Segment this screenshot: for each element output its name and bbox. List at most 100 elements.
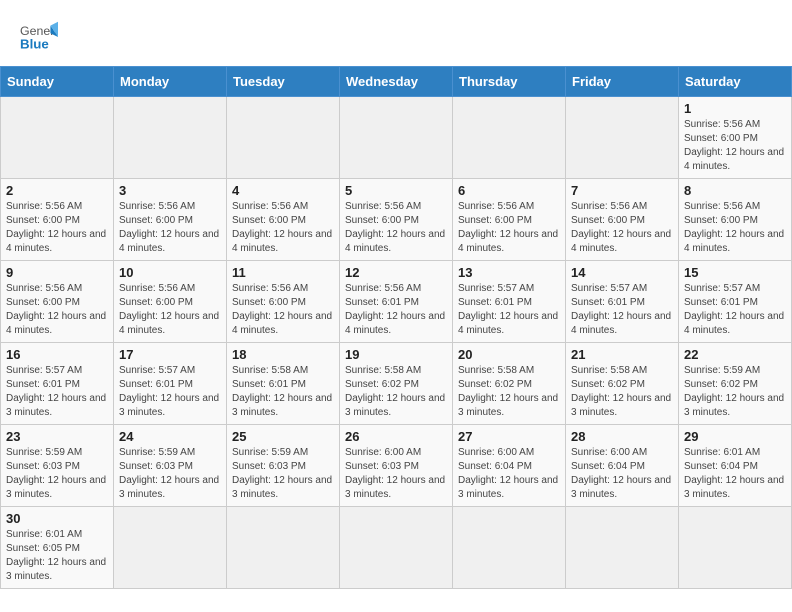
calendar-header: SundayMondayTuesdayWednesdayThursdayFrid… <box>1 67 792 97</box>
day-info: Sunrise: 5:56 AMSunset: 6:00 PMDaylight:… <box>684 200 786 256</box>
day-info: Sunrise: 5:56 AMSunset: 6:00 PMDaylight:… <box>458 200 560 256</box>
day-cell <box>340 97 453 179</box>
day-cell <box>114 97 227 179</box>
day-info: Sunrise: 5:57 AMSunset: 6:01 PMDaylight:… <box>6 364 108 420</box>
day-info: Sunrise: 5:56 AMSunset: 6:00 PMDaylight:… <box>345 200 447 256</box>
day-info: Sunrise: 6:00 AMSunset: 6:03 PMDaylight:… <box>345 446 447 502</box>
day-cell: 24 Sunrise: 5:59 AMSunset: 6:03 PMDayligh… <box>114 425 227 507</box>
day-number: 20 <box>458 347 560 362</box>
day-cell: 8 Sunrise: 5:56 AMSunset: 6:00 PMDaylight… <box>679 179 792 261</box>
day-number: 11 <box>232 265 334 280</box>
header-row: SundayMondayTuesdayWednesdayThursdayFrid… <box>1 67 792 97</box>
calendar-body: 1 Sunrise: 5:56 AMSunset: 6:00 PMDaylight… <box>1 97 792 589</box>
day-info: Sunrise: 5:56 AMSunset: 6:00 PMDaylight:… <box>6 200 108 256</box>
day-number: 9 <box>6 265 108 280</box>
day-info: Sunrise: 6:01 AMSunset: 6:05 PMDaylight:… <box>6 528 108 584</box>
day-number: 5 <box>345 183 447 198</box>
day-cell: 3Sunrise: 5:56 AMSunset: 6:00 PMDaylight… <box>114 179 227 261</box>
day-cell: 23 Sunrise: 5:59 AMSunset: 6:03 PMDayligh… <box>1 425 114 507</box>
day-cell <box>679 507 792 589</box>
day-cell <box>453 97 566 179</box>
week-row-1: 2 Sunrise: 5:56 AMSunset: 6:00 PMDaylight… <box>1 179 792 261</box>
day-cell: 25Sunrise: 5:59 AMSunset: 6:03 PMDayligh… <box>227 425 340 507</box>
day-cell <box>340 507 453 589</box>
day-cell: 18 Sunrise: 5:58 AMSunset: 6:01 PMDayligh… <box>227 343 340 425</box>
day-cell: 12Sunrise: 5:56 AMSunset: 6:01 PMDayligh… <box>340 261 453 343</box>
day-info: Sunrise: 5:57 AMSunset: 6:01 PMDaylight:… <box>119 364 221 420</box>
day-cell: 11 Sunrise: 5:56 AMSunset: 6:00 PMDayligh… <box>227 261 340 343</box>
day-info: Sunrise: 5:59 AMSunset: 6:02 PMDaylight:… <box>684 364 786 420</box>
day-cell: 4 Sunrise: 5:56 AMSunset: 6:00 PMDaylight… <box>227 179 340 261</box>
day-cell: 19 Sunrise: 5:58 AMSunset: 6:02 PMDayligh… <box>340 343 453 425</box>
day-info: Sunrise: 5:56 AMSunset: 6:00 PMDaylight:… <box>684 118 786 174</box>
col-header-monday: Monday <box>114 67 227 97</box>
calendar-table: SundayMondayTuesdayWednesdayThursdayFrid… <box>0 66 792 589</box>
day-number: 26 <box>345 429 447 444</box>
day-cell: 22 Sunrise: 5:59 AMSunset: 6:02 PMDayligh… <box>679 343 792 425</box>
day-cell <box>227 507 340 589</box>
day-number: 21 <box>571 347 673 362</box>
day-info: Sunrise: 5:58 AMSunset: 6:02 PMDaylight:… <box>571 364 673 420</box>
day-number: 2 <box>6 183 108 198</box>
day-cell <box>566 507 679 589</box>
day-cell: 7Sunrise: 5:56 AMSunset: 6:00 PMDaylight… <box>566 179 679 261</box>
week-row-4: 23 Sunrise: 5:59 AMSunset: 6:03 PMDayligh… <box>1 425 792 507</box>
day-number: 24 <box>119 429 221 444</box>
day-info: Sunrise: 5:58 AMSunset: 6:02 PMDaylight:… <box>345 364 447 420</box>
day-cell: 14Sunrise: 5:57 AMSunset: 6:01 PMDayligh… <box>566 261 679 343</box>
day-number: 27 <box>458 429 560 444</box>
day-cell: 20 Sunrise: 5:58 AMSunset: 6:02 PMDayligh… <box>453 343 566 425</box>
day-number: 12 <box>345 265 447 280</box>
day-cell: 2 Sunrise: 5:56 AMSunset: 6:00 PMDaylight… <box>1 179 114 261</box>
col-header-tuesday: Tuesday <box>227 67 340 97</box>
col-header-saturday: Saturday <box>679 67 792 97</box>
day-cell: 10 Sunrise: 5:56 AMSunset: 6:00 PMDayligh… <box>114 261 227 343</box>
day-info: Sunrise: 5:56 AMSunset: 6:00 PMDaylight:… <box>119 200 221 256</box>
day-number: 16 <box>6 347 108 362</box>
day-number: 1 <box>684 101 786 116</box>
page-header: General Blue <box>0 0 792 66</box>
logo-icon: General Blue <box>20 18 58 56</box>
day-info: Sunrise: 5:56 AMSunset: 6:00 PMDaylight:… <box>232 200 334 256</box>
day-number: 8 <box>684 183 786 198</box>
day-cell: 9 Sunrise: 5:56 AMSunset: 6:00 PMDaylight… <box>1 261 114 343</box>
day-cell: 26 Sunrise: 6:00 AMSunset: 6:03 PMDayligh… <box>340 425 453 507</box>
day-number: 14 <box>571 265 673 280</box>
day-info: Sunrise: 5:56 AMSunset: 6:00 PMDaylight:… <box>6 282 108 338</box>
day-info: Sunrise: 5:58 AMSunset: 6:02 PMDaylight:… <box>458 364 560 420</box>
day-number: 18 <box>232 347 334 362</box>
day-number: 30 <box>6 511 108 526</box>
day-cell: 16 Sunrise: 5:57 AMSunset: 6:01 PMDayligh… <box>1 343 114 425</box>
day-number: 6 <box>458 183 560 198</box>
svg-text:Blue: Blue <box>20 36 49 51</box>
col-header-wednesday: Wednesday <box>340 67 453 97</box>
day-cell: 15Sunrise: 5:57 AMSunset: 6:01 PMDayligh… <box>679 261 792 343</box>
col-header-thursday: Thursday <box>453 67 566 97</box>
day-number: 19 <box>345 347 447 362</box>
day-cell: 1 Sunrise: 5:56 AMSunset: 6:00 PMDaylight… <box>679 97 792 179</box>
day-cell: 30 Sunrise: 6:01 AMSunset: 6:05 PMDayligh… <box>1 507 114 589</box>
day-cell: 29 Sunrise: 6:01 AMSunset: 6:04 PMDayligh… <box>679 425 792 507</box>
day-number: 4 <box>232 183 334 198</box>
day-cell <box>227 97 340 179</box>
day-info: Sunrise: 5:56 AMSunset: 6:00 PMDaylight:… <box>232 282 334 338</box>
day-info: Sunrise: 5:59 AMSunset: 6:03 PMDaylight:… <box>119 446 221 502</box>
day-info: Sunrise: 5:58 AMSunset: 6:01 PMDaylight:… <box>232 364 334 420</box>
day-number: 22 <box>684 347 786 362</box>
day-info: Sunrise: 6:01 AMSunset: 6:04 PMDaylight:… <box>684 446 786 502</box>
day-number: 17 <box>119 347 221 362</box>
week-row-2: 9 Sunrise: 5:56 AMSunset: 6:00 PMDaylight… <box>1 261 792 343</box>
day-cell: 28 Sunrise: 6:00 AMSunset: 6:04 PMDayligh… <box>566 425 679 507</box>
day-number: 23 <box>6 429 108 444</box>
day-number: 15 <box>684 265 786 280</box>
day-number: 13 <box>458 265 560 280</box>
day-number: 10 <box>119 265 221 280</box>
day-cell <box>453 507 566 589</box>
day-number: 28 <box>571 429 673 444</box>
day-info: Sunrise: 5:59 AMSunset: 6:03 PMDaylight:… <box>6 446 108 502</box>
week-row-5: 30 Sunrise: 6:01 AMSunset: 6:05 PMDayligh… <box>1 507 792 589</box>
day-info: Sunrise: 6:00 AMSunset: 6:04 PMDaylight:… <box>571 446 673 502</box>
day-cell <box>114 507 227 589</box>
day-info: Sunrise: 5:56 AMSunset: 6:00 PMDaylight:… <box>119 282 221 338</box>
day-number: 29 <box>684 429 786 444</box>
